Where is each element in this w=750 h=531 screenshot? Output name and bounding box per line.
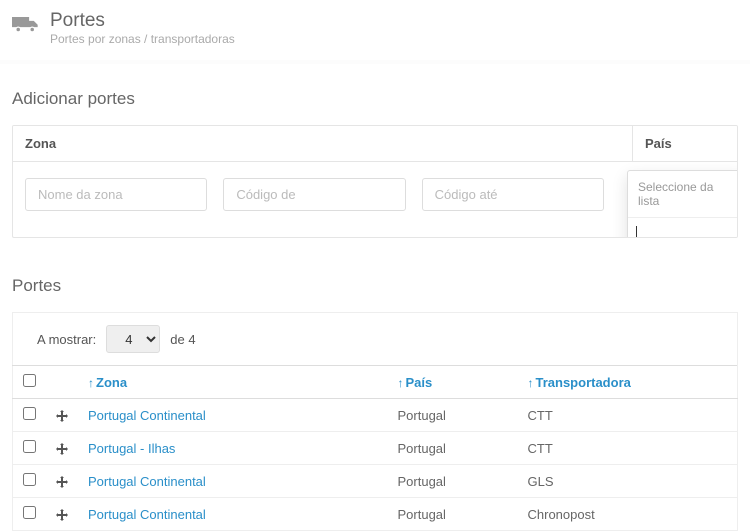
select-all-checkbox[interactable]: [23, 374, 36, 387]
country-header[interactable]: ↑País: [388, 366, 518, 399]
country-dropdown-placeholder: Seleccione da lista: [628, 171, 738, 218]
sort-asc-icon: ↑: [88, 377, 94, 389]
page-title: Portes: [50, 10, 235, 32]
row-drag-handle[interactable]: [46, 432, 78, 465]
country-cell: Portugal: [388, 432, 518, 465]
per-page-select[interactable]: 4: [106, 325, 160, 353]
code-from-input[interactable]: [223, 178, 405, 211]
row-checkbox[interactable]: [23, 440, 36, 453]
country-cell: Portugal: [388, 399, 518, 432]
carrier-header[interactable]: ↑Transportadora: [518, 366, 738, 399]
row-checkbox[interactable]: [23, 506, 36, 519]
select-all-header: [13, 366, 47, 399]
row-drag-handle[interactable]: [46, 465, 78, 498]
zone-column-header: Zona: [13, 126, 632, 161]
country-cell: Portugal: [388, 498, 518, 531]
truck-icon: [12, 13, 40, 35]
carrier-cell: Chronopost: [518, 498, 738, 531]
carrier-cell: CTT: [518, 432, 738, 465]
table-row: Portugal Continental PortugalCTT: [13, 399, 738, 432]
table-row: Portugal Continental PortugalGLS: [13, 465, 738, 498]
page-header: Portes Portes por zonas / transportadora…: [0, 0, 750, 61]
zone-link[interactable]: Portugal Continental: [88, 408, 206, 423]
country-dropdown[interactable]: Seleccione da lista República Checa Romé…: [627, 170, 738, 238]
page-subtitle: Portes por zonas / transportadoras: [50, 32, 235, 46]
sort-asc-icon: ↑: [528, 377, 534, 389]
list-controls: A mostrar: 4 de 4: [12, 312, 738, 365]
add-section-title: Adicionar portes: [0, 61, 750, 125]
add-panel: Zona País Seleccione da lista República …: [12, 125, 738, 238]
of-total-label: de 4: [170, 332, 195, 347]
row-drag-handle[interactable]: [46, 399, 78, 432]
move-header: [46, 366, 78, 399]
country-cell: Portugal: [388, 465, 518, 498]
country-column-header: País: [632, 126, 737, 161]
carrier-cell: GLS: [518, 465, 738, 498]
table-row: Portugal - Ilhas PortugalCTT: [13, 432, 738, 465]
zone-header[interactable]: ↑Zona: [78, 366, 388, 399]
table-row: Portugal Continental PortugalChronopost: [13, 498, 738, 531]
zone-name-input[interactable]: [25, 178, 207, 211]
carrier-cell: CTT: [518, 399, 738, 432]
zone-link[interactable]: Portugal Continental: [88, 474, 206, 489]
shipping-table: ↑Zona ↑País ↑Transportadora Portugal Con…: [12, 365, 738, 531]
add-panel-head: Zona País: [13, 126, 737, 162]
list-section-title: Portes: [0, 238, 750, 312]
country-dropdown-search[interactable]: [628, 218, 738, 238]
zone-link[interactable]: Portugal - Ilhas: [88, 441, 175, 456]
sort-asc-icon: ↑: [398, 377, 404, 389]
code-to-input[interactable]: [422, 178, 604, 211]
row-checkbox[interactable]: [23, 407, 36, 420]
zone-link[interactable]: Portugal Continental: [88, 507, 206, 522]
row-drag-handle[interactable]: [46, 498, 78, 531]
row-checkbox[interactable]: [23, 473, 36, 486]
showing-label: A mostrar:: [37, 332, 96, 347]
